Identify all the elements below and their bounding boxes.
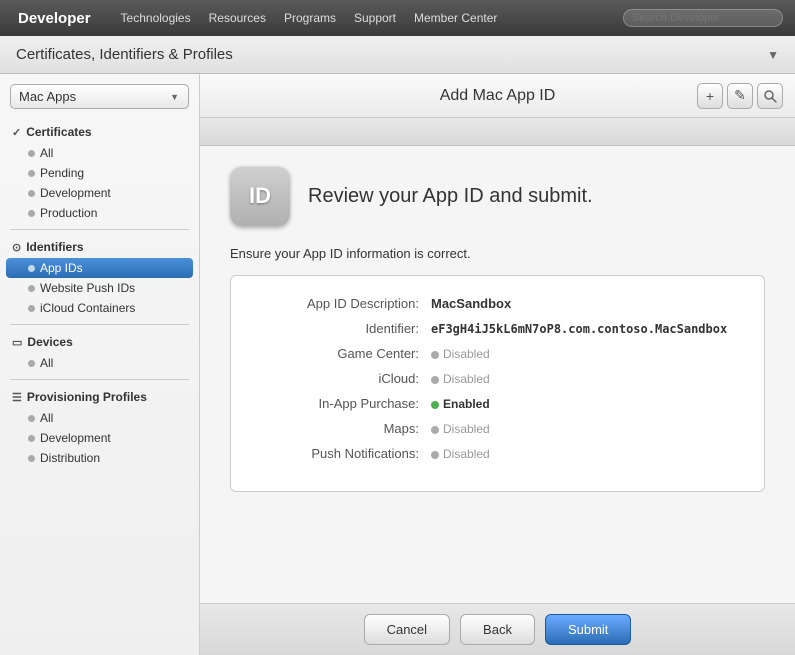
value-icloud: Disabled bbox=[431, 372, 490, 386]
value-push-notifications: Disabled bbox=[431, 447, 490, 461]
nav-resources[interactable]: Resources bbox=[209, 11, 266, 25]
checkmark-icon: ✓ bbox=[12, 126, 21, 139]
status-dot-in-app-purchase bbox=[431, 401, 439, 409]
platform-dropdown-wrapper[interactable]: Mac AppsiOS AppstvOS Apps bbox=[10, 84, 189, 109]
content-footer: Cancel Back Submit bbox=[200, 603, 795, 655]
content-title: Add Mac App ID bbox=[440, 87, 556, 105]
divider-3 bbox=[10, 379, 189, 380]
sidebar-section-certificates[interactable]: ✓ Certificates bbox=[0, 121, 199, 143]
nav-member-center[interactable]: Member Center bbox=[414, 11, 497, 25]
info-card: App ID Description: MacSandbox Identifie… bbox=[230, 275, 765, 492]
header-actions: + ✎ bbox=[697, 83, 783, 109]
platform-select[interactable]: Mac AppsiOS AppstvOS Apps bbox=[10, 84, 189, 109]
sidebar-item-certs-production[interactable]: Production bbox=[0, 203, 199, 223]
sidebar-section-certificates-label: Certificates bbox=[26, 125, 91, 139]
sidebar-item-profiles-all[interactable]: All bbox=[0, 408, 199, 428]
submit-button[interactable]: Submit bbox=[545, 614, 631, 645]
review-header: ID Review your App ID and submit. bbox=[230, 166, 765, 226]
brand-name: Developer bbox=[18, 10, 91, 27]
sidebar-item-app-ids[interactable]: App IDs bbox=[6, 258, 193, 278]
sidebar-section-devices[interactable]: ▭ Devices bbox=[0, 331, 199, 353]
divider-1 bbox=[10, 229, 189, 230]
top-navigation: Developer Technologies Resources Program… bbox=[0, 0, 795, 36]
label-game-center: Game Center: bbox=[261, 346, 431, 361]
value-identifier: eF3gH4iJ5kL6mN7oP8.com.contoso.MacSandbo… bbox=[431, 322, 727, 336]
label-in-app-purchase: In-App Purchase: bbox=[261, 396, 431, 411]
sub-header-dropdown-arrow[interactable]: ▼ bbox=[767, 48, 779, 62]
sidebar-item-icloud-containers[interactable]: iCloud Containers bbox=[0, 298, 199, 318]
back-button[interactable]: Back bbox=[460, 614, 535, 645]
sidebar-section-provisioning[interactable]: ☰ Provisioning Profiles bbox=[0, 386, 199, 408]
value-in-app-purchase: Enabled bbox=[431, 397, 490, 411]
content-area: Add Mac App ID + ✎ ID Revi bbox=[200, 74, 795, 655]
cancel-button[interactable]: Cancel bbox=[364, 614, 450, 645]
sidebar-item-certs-all[interactable]: All bbox=[0, 143, 199, 163]
main-layout: Mac AppsiOS AppstvOS Apps ✓ Certificates… bbox=[0, 74, 795, 655]
status-dot-maps bbox=[431, 426, 439, 434]
search-button[interactable] bbox=[757, 83, 783, 109]
sidebar-item-devices-all[interactable]: All bbox=[0, 353, 199, 373]
info-row-identifier: Identifier: eF3gH4iJ5kL6mN7oP8.com.conto… bbox=[261, 321, 734, 336]
info-row-push-notifications: Push Notifications: Disabled bbox=[261, 446, 734, 461]
sidebar-section-provisioning-label: Provisioning Profiles bbox=[27, 390, 147, 404]
status-dot-push-notifications bbox=[431, 451, 439, 459]
info-row-description: App ID Description: MacSandbox bbox=[261, 296, 734, 311]
content-body: ID Review your App ID and submit. Ensure… bbox=[200, 146, 795, 603]
nav-programs[interactable]: Programs bbox=[284, 11, 336, 25]
sidebar-item-profiles-development[interactable]: Development bbox=[0, 428, 199, 448]
sidebar-section-identifiers-label: Identifiers bbox=[26, 240, 83, 254]
progress-bar bbox=[200, 118, 795, 146]
label-icloud: iCloud: bbox=[261, 371, 431, 386]
label-maps: Maps: bbox=[261, 421, 431, 436]
provisioning-icon: ☰ bbox=[12, 391, 22, 404]
status-dot-icloud bbox=[431, 376, 439, 384]
sidebar-item-certs-development[interactable]: Development bbox=[0, 183, 199, 203]
value-game-center: Disabled bbox=[431, 347, 490, 361]
value-maps: Disabled bbox=[431, 422, 490, 436]
nav-links: Technologies Resources Programs Support … bbox=[121, 11, 498, 25]
divider-2 bbox=[10, 324, 189, 325]
ensure-text: Ensure your App ID information is correc… bbox=[230, 246, 765, 261]
info-row-maps: Maps: Disabled bbox=[261, 421, 734, 436]
label-push-notifications: Push Notifications: bbox=[261, 446, 431, 461]
sidebar-item-website-push-ids[interactable]: Website Push IDs bbox=[0, 278, 199, 298]
info-row-in-app-purchase: In-App Purchase: Enabled bbox=[261, 396, 734, 411]
sub-header: Certificates, Identifiers & Profiles ▼ bbox=[0, 36, 795, 74]
nav-support[interactable]: Support bbox=[354, 11, 396, 25]
sidebar-section-identifiers[interactable]: ⊙ Identifiers bbox=[0, 236, 199, 258]
id-icon: ID bbox=[230, 166, 290, 226]
brand-logo: Developer bbox=[12, 10, 91, 27]
value-description: MacSandbox bbox=[431, 296, 511, 311]
sidebar-item-profiles-distribution[interactable]: Distribution bbox=[0, 448, 199, 468]
identifiers-icon: ⊙ bbox=[12, 241, 21, 254]
info-row-icloud: iCloud: Disabled bbox=[261, 371, 734, 386]
info-row-game-center: Game Center: Disabled bbox=[261, 346, 734, 361]
sidebar-section-devices-label: Devices bbox=[27, 335, 72, 349]
edit-button[interactable]: ✎ bbox=[727, 83, 753, 109]
devices-icon: ▭ bbox=[12, 336, 22, 349]
sub-header-title: Certificates, Identifiers & Profiles bbox=[16, 46, 233, 63]
nav-technologies[interactable]: Technologies bbox=[121, 11, 191, 25]
label-identifier: Identifier: bbox=[261, 321, 431, 336]
label-description: App ID Description: bbox=[261, 296, 431, 311]
sidebar: Mac AppsiOS AppstvOS Apps ✓ Certificates… bbox=[0, 74, 200, 655]
content-header: Add Mac App ID + ✎ bbox=[200, 74, 795, 118]
status-dot-game-center bbox=[431, 351, 439, 359]
sidebar-item-certs-pending[interactable]: Pending bbox=[0, 163, 199, 183]
search-input[interactable] bbox=[623, 9, 783, 27]
add-button[interactable]: + bbox=[697, 83, 723, 109]
review-title: Review your App ID and submit. bbox=[308, 185, 593, 208]
